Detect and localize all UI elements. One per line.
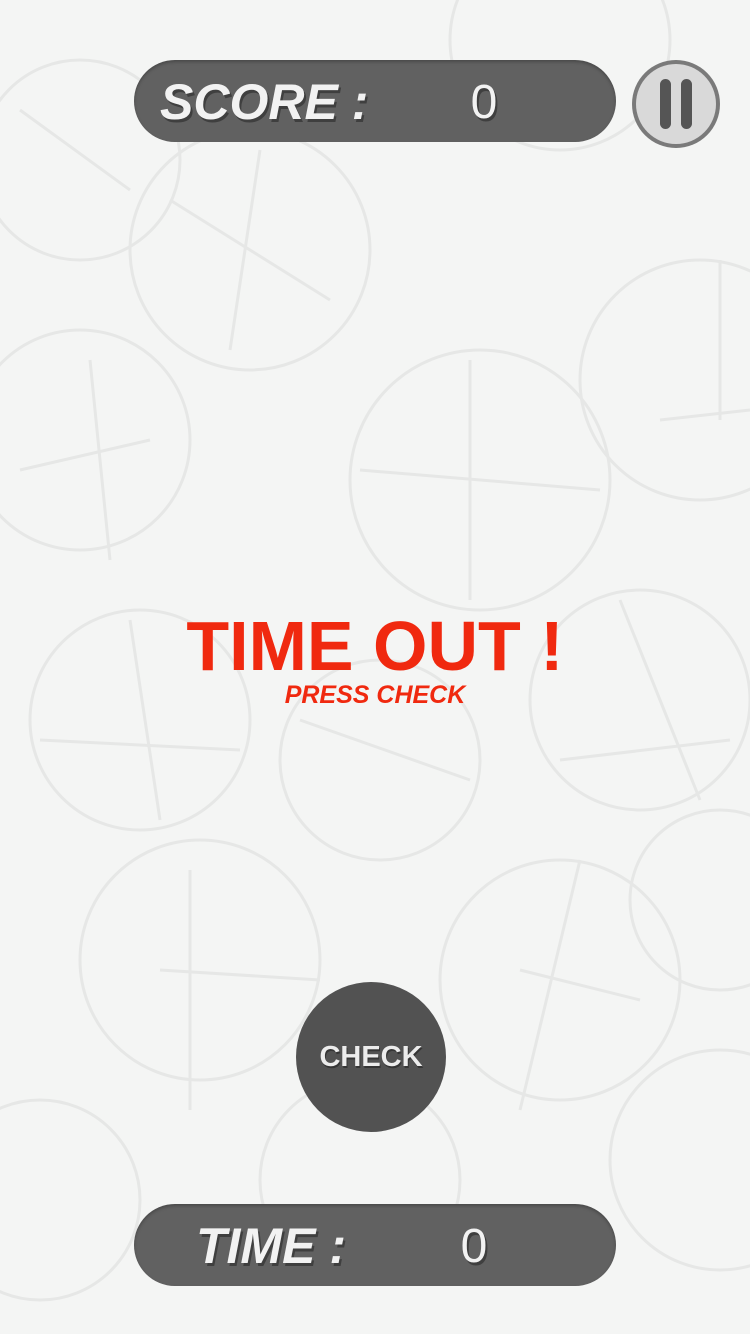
- pause-icon: [636, 64, 716, 144]
- pause-icon-bar-left: [660, 79, 671, 129]
- game-screen: SCORE : 0 TIME OUT ! PRESS CHECK CHECK T…: [0, 0, 750, 1334]
- time-label: TIME :: [196, 1218, 346, 1274]
- timeout-title: TIME OUT !: [186, 607, 564, 685]
- pause-icon-bar-right: [681, 79, 692, 129]
- pause-button[interactable]: [632, 60, 720, 148]
- score-bar: SCORE : 0: [134, 60, 616, 142]
- score-label: SCORE :: [160, 74, 369, 130]
- check-button[interactable]: CHECK: [296, 982, 446, 1132]
- time-bar: TIME : 0: [134, 1204, 616, 1286]
- check-button-label: CHECK: [319, 1040, 423, 1073]
- time-value: 0: [460, 1220, 488, 1273]
- timeout-message: TIME OUT ! PRESS CHECK: [0, 608, 750, 710]
- score-value: 0: [470, 76, 498, 129]
- timeout-subtitle: PRESS CHECK: [284, 681, 466, 709]
